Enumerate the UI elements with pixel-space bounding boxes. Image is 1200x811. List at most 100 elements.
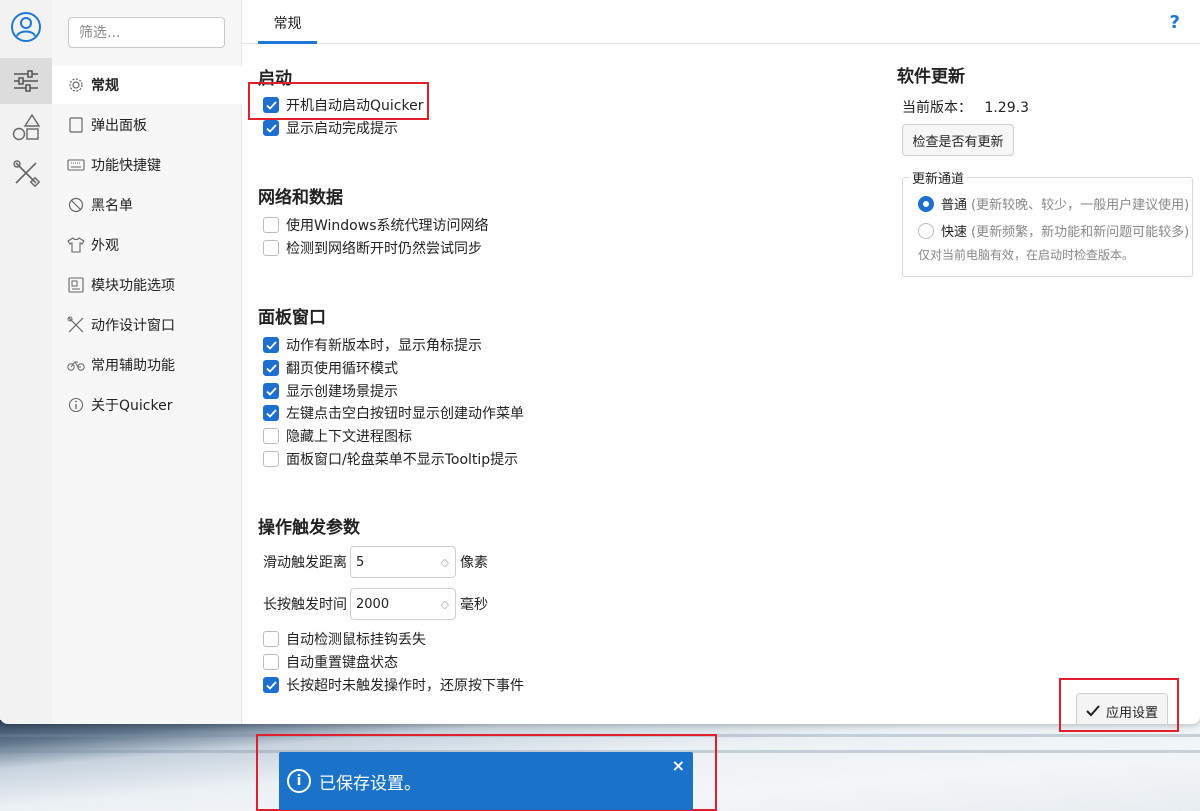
checkbox-label: 显示启动完成提示 [286,121,398,137]
checkbox-scene-tip[interactable]: 显示创建场景提示 [263,380,398,402]
nav-item-hotkeys[interactable]: 功能快捷键 [52,146,242,184]
user-avatar-button[interactable] [0,4,52,50]
checkbox-label: 自动检测鼠标挂钩丢失 [286,632,426,648]
channel-note: 仅对当前电脑有效，在启动时检查版本。 [918,248,1135,262]
checkbox-startup-tip[interactable]: 显示启动完成提示 [263,117,398,139]
saved-toast: i 已保存设置。 × [279,752,693,810]
checkbox-label: 检测到网络断开时仍然尝试同步 [286,241,482,257]
nav-item-label: 常规 [91,78,119,94]
nav-item-module-options[interactable]: 模块功能选项 [52,266,242,304]
checkbox-system-proxy[interactable]: 使用Windows系统代理访问网络 [263,214,489,236]
checkbox-label: 面板窗口/轮盘菜单不显示Tooltip提示 [286,452,519,468]
checkbox-unchecked[interactable] [263,428,279,444]
nav-item-assist[interactable]: 常用辅助功能 [52,346,242,384]
settings-content: 常规 ? 启动 开机自动启动Quicker 显示启动完成提示 网络和数据 使用W… [242,0,1200,724]
filter-input[interactable] [68,17,225,48]
panel-icon [67,116,85,134]
longpress-time-value[interactable]: 2000 [356,597,389,612]
checkbox-unchecked[interactable] [263,240,279,256]
nav-item-label: 关于Quicker [91,398,173,414]
checkbox-autostart[interactable]: 开机自动启动Quicker [263,94,423,116]
tools-icon [67,316,85,334]
checkbox-reset-keyboard[interactable]: 自动重置键盘状态 [263,651,398,673]
checkbox-checked[interactable] [263,337,279,353]
radio-desc: (更新频繁，新功能和新问题可能较多) [971,225,1188,240]
longpress-time-row: 长按触发时间 2000 ◇ 毫秒 [263,588,488,620]
checkbox-label: 使用Windows系统代理访问网络 [286,218,489,234]
user-icon [11,12,41,42]
shapes-icon [12,113,40,141]
checkbox-unchecked[interactable] [263,451,279,467]
longpress-time-stepper[interactable]: 2000 ◇ [350,588,456,620]
swipe-distance-label: 滑动触发距离 [263,555,347,571]
checkbox-checked[interactable] [263,97,279,113]
checkbox-checked[interactable] [263,120,279,136]
nav-item-label: 动作设计窗口 [91,318,175,334]
checkmark-icon [1086,705,1100,717]
radio-label: 快速 [941,225,968,240]
nav-item-label: 弹出面板 [91,118,147,134]
version-label: 当前版本： [902,100,972,116]
toast-close-button[interactable]: × [672,756,685,775]
checkbox-label: 左键点击空白按钮时显示创建动作菜单 [286,406,524,422]
section-title-startup: 启动 [258,69,292,89]
shirt-icon [67,236,85,254]
block-icon [67,196,85,214]
swipe-distance-stepper[interactable]: 5 ◇ [350,546,456,578]
wrench-screwdriver-icon [13,160,40,187]
radio-fast[interactable]: 快速 (更新频繁，新功能和新问题可能较多) [918,221,1188,240]
checkbox-checked[interactable] [263,405,279,421]
checkbox-badge[interactable]: 动作有新版本时，显示角标提示 [263,334,482,356]
checkbox-no-tooltip[interactable]: 面板窗口/轮盘菜单不显示Tooltip提示 [263,448,518,470]
checkbox-hide-process-icon[interactable]: 隐藏上下文进程图标 [263,425,412,447]
nav-item-label: 功能快捷键 [91,158,161,174]
nav-item-general[interactable]: 常规 [52,66,242,104]
radio-unselected[interactable] [918,222,934,239]
version-value: 1.29.3 [984,100,1029,116]
apply-settings-button[interactable]: 应用设置 [1076,693,1168,724]
checkbox-label: 隐藏上下文进程图标 [286,429,412,445]
nav-item-label: 常用辅助功能 [91,358,175,374]
radio-selected[interactable] [918,195,934,212]
checkbox-unchecked[interactable] [263,654,279,670]
section-title-panel: 面板窗口 [258,308,326,328]
checkbox-sync-offline[interactable]: 检测到网络断开时仍然尝试同步 [263,237,482,259]
checkbox-label: 显示创建场景提示 [286,384,398,400]
nav-item-appearance[interactable]: 外观 [52,226,242,264]
stepper-arrows-icon[interactable]: ◇ [441,598,449,611]
check-update-button[interactable]: 检查是否有更新 [902,124,1014,156]
info-icon [67,396,85,414]
stepper-arrows-icon[interactable]: ◇ [441,556,449,569]
section-title-trigger: 操作触发参数 [258,518,360,538]
section-title-network: 网络和数据 [258,188,343,208]
checkbox-loop-paging[interactable]: 翻页使用循环模式 [263,357,398,379]
checkbox-checked[interactable] [263,360,279,376]
swipe-distance-row: 滑动触发距离 5 ◇ 像素 [263,546,488,578]
tools-rail-button[interactable] [0,150,52,196]
update-title: 软件更新 [897,67,965,87]
sliders-icon [14,70,38,92]
checkbox-restore-press[interactable]: 长按超时未触发操作时，还原按下事件 [263,674,524,696]
radio-normal[interactable]: 普通 (更新较晚、较少，一般用户建议使用) [918,194,1188,213]
checkbox-hook-detect[interactable]: 自动检测鼠标挂钩丢失 [263,628,426,650]
keyboard-icon [67,156,85,174]
nav-item-popup-panel[interactable]: 弹出面板 [52,106,242,144]
nav-item-action-designer[interactable]: 动作设计窗口 [52,306,242,344]
checkbox-create-menu[interactable]: 左键点击空白按钮时显示创建动作菜单 [263,402,524,424]
settings-rail-button[interactable] [0,58,52,104]
checkbox-unchecked[interactable] [263,217,279,233]
checkbox-checked[interactable] [263,677,279,693]
tab-general[interactable]: 常规 [258,13,317,44]
nav-item-label: 模块功能选项 [91,278,175,294]
checkbox-checked[interactable] [263,383,279,399]
checkbox-label: 自动重置键盘状态 [286,655,398,671]
settings-nav: 常规 弹出面板 功能快捷键 黑名单 外观 [52,0,242,724]
radio-desc: (更新较晚、较少，一般用户建议使用) [971,198,1188,213]
help-button[interactable]: ? [1170,12,1180,33]
info-icon: i [287,769,311,793]
checkbox-unchecked[interactable] [263,631,279,647]
nav-item-blacklist[interactable]: 黑名单 [52,186,242,224]
shapes-rail-button[interactable] [0,104,52,150]
nav-item-about[interactable]: 关于Quicker [52,386,242,424]
swipe-distance-value[interactable]: 5 [356,555,364,570]
